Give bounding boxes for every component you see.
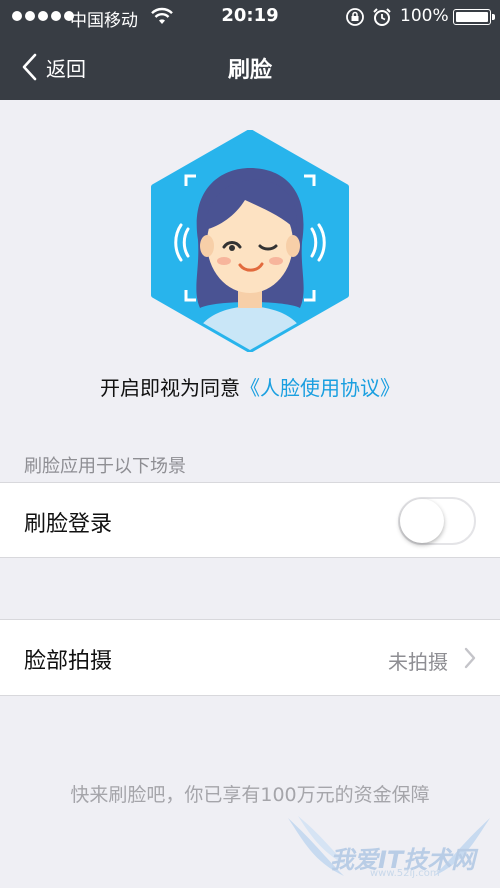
face-photo-label: 脸部拍摄 <box>24 649 113 674</box>
alarm-icon <box>373 8 391 26</box>
toggle-knob <box>400 499 444 543</box>
battery-icon <box>453 9 495 25</box>
face-scan-illustration <box>151 130 349 352</box>
face-login-row: 刷脸登录 <box>0 482 500 558</box>
agreement-prefix: 开启即视为同意 <box>100 376 240 400</box>
face-login-label: 刷脸登录 <box>24 512 113 537</box>
status-bar: 中国移动 20:19 100% <box>0 0 500 34</box>
battery-percent: 100% <box>400 6 449 26</box>
section-header: 刷脸应用于以下场景 <box>24 456 186 477</box>
nav-bar: 返回 刷脸 <box>0 34 500 100</box>
agreement-link[interactable]: 《人脸使用协议》 <box>240 376 400 400</box>
face-photo-row[interactable]: 脸部拍摄 未拍摄 <box>0 619 500 696</box>
top-bar: 中国移动 20:19 100% 返回 刷脸 <box>0 0 500 100</box>
chevron-right-icon <box>464 647 476 669</box>
watermark-url: www.52ij.com <box>370 868 440 879</box>
agreement-text: 开启即视为同意《人脸使用协议》 <box>0 372 500 401</box>
face-photo-status: 未拍摄 <box>388 650 448 674</box>
face-login-toggle[interactable] <box>398 497 476 545</box>
page-title: 刷脸 <box>227 58 272 83</box>
footer-note: 快来刷脸吧，你已享有100万元的资金保障 <box>70 784 430 806</box>
rotation-lock-icon <box>346 8 364 26</box>
battery-fill <box>456 12 488 22</box>
